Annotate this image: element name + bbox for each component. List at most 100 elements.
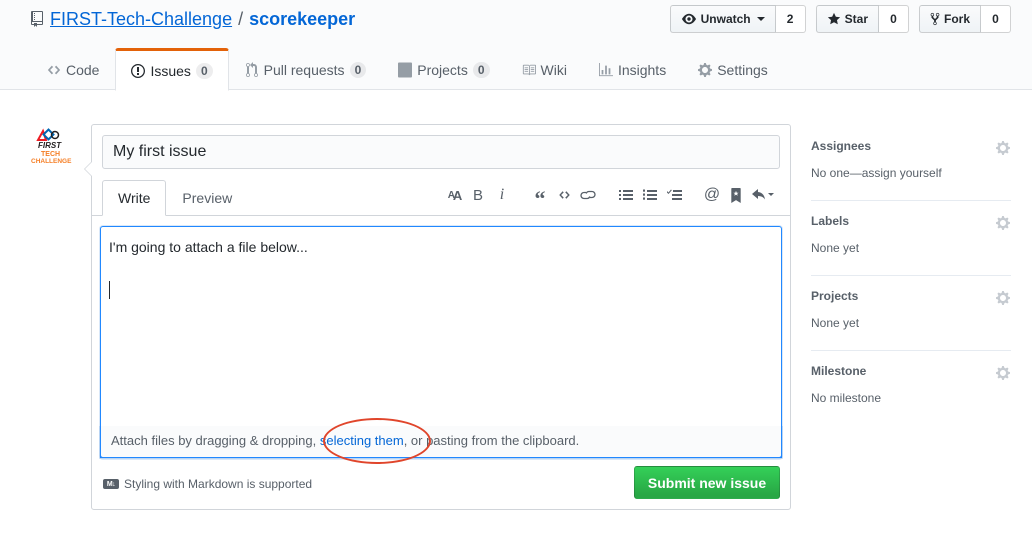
tab-insights-label: Insights	[617, 62, 667, 78]
fork-label: Fork	[943, 12, 970, 26]
tab-projects-label: Projects	[417, 62, 468, 78]
repo-nav: Code Issues 0 Pull requests 0 Projects 0	[31, 48, 784, 91]
insert-group: “	[530, 185, 598, 211]
code-icon[interactable]	[554, 185, 574, 205]
watch-group: Unwatch 2	[669, 5, 806, 33]
issue-sidebar: Assignees No one—assign yourself Labels …	[811, 126, 1011, 426]
fork-group: Fork 0	[918, 5, 1011, 33]
projects-heading: Projects	[811, 289, 859, 303]
assignees-heading: Assignees	[811, 139, 872, 153]
select-files-link[interactable]: selecting them	[320, 433, 404, 448]
first-tech-challenge-logo: FIRST TECH CHALLENGE	[31, 128, 72, 165]
tab-issues-label: Issues	[150, 62, 191, 79]
tab-code-label: Code	[66, 62, 100, 78]
repo-name-link[interactable]: scorekeeper	[249, 9, 355, 30]
svg-text:FIRST: FIRST	[38, 141, 62, 150]
repo-forked-icon	[930, 12, 940, 26]
svg-text:TECH: TECH	[41, 151, 60, 158]
gear-icon	[698, 63, 713, 77]
repo-separator: /	[238, 8, 244, 29]
text-cursor	[109, 281, 110, 299]
editor-tabs: Write Preview	[102, 180, 248, 216]
tab-wiki-label: Wiki	[540, 62, 567, 78]
issue-title-input[interactable]	[102, 135, 780, 169]
star-icon	[827, 12, 840, 25]
milestone-heading: Milestone	[811, 364, 867, 378]
star-button[interactable]: Star	[815, 5, 879, 33]
repo-title: FIRST-Tech-Challenge / scorekeeper	[30, 7, 355, 31]
star-group: Star 0	[815, 5, 909, 33]
book-icon	[522, 63, 536, 77]
issue-body-text: I'm going to attach a file below...	[109, 239, 308, 255]
eye-icon	[681, 13, 696, 25]
stargazers-count[interactable]: 0	[878, 5, 909, 33]
extras-group: @	[702, 185, 776, 205]
sidebar-projects: Projects None yet	[811, 276, 1011, 351]
sidebar-milestone: Milestone No milestone	[811, 351, 1011, 426]
tab-preview[interactable]: Preview	[166, 180, 248, 216]
milestone-value: No milestone	[811, 391, 882, 405]
repo-icon	[31, 11, 43, 27]
projects-value: None yet	[811, 316, 860, 330]
ordered-list-icon[interactable]	[640, 185, 660, 205]
bold-icon[interactable]: B	[468, 185, 488, 205]
submit-new-issue-button[interactable]: Submit new issue	[634, 466, 780, 499]
repo-header: FIRST-Tech-Challenge / scorekeeper Unwat…	[0, 0, 1032, 91]
tab-wiki[interactable]: Wiki	[506, 48, 583, 90]
unwatch-label: Unwatch	[700, 12, 751, 26]
reply-icon[interactable]	[750, 185, 776, 205]
tab-insights[interactable]: Insights	[583, 48, 682, 90]
chevron-down-icon	[756, 17, 765, 21]
unwatch-button[interactable]: Unwatch	[669, 5, 776, 33]
tab-projects[interactable]: Projects 0	[382, 48, 505, 90]
assignees-value[interactable]: No one—assign yourself	[811, 166, 1011, 180]
tab-issues[interactable]: Issues 0	[115, 48, 229, 91]
gear-icon[interactable]	[995, 140, 1011, 156]
forks-count[interactable]: 0	[981, 5, 1011, 33]
code-icon	[47, 63, 61, 77]
avatar[interactable]: FIRST TECH CHALLENGE	[30, 128, 76, 168]
gear-icon[interactable]	[995, 290, 1011, 306]
sidebar-labels: Labels None yet	[811, 201, 1011, 276]
project-icon	[398, 62, 413, 78]
italic-icon[interactable]: i	[492, 185, 512, 205]
tab-settings-label: Settings	[717, 62, 768, 78]
task-list-icon[interactable]	[664, 185, 684, 205]
git-pull-request-icon	[245, 62, 259, 78]
link-icon[interactable]	[578, 185, 598, 205]
projects-counter: 0	[472, 62, 490, 78]
sidebar-assignees: Assignees No one—assign yourself	[811, 126, 1011, 201]
watchers-count[interactable]: 2	[775, 5, 806, 33]
text-format-group: AA B i	[444, 185, 512, 205]
tabs-divider	[92, 215, 790, 216]
mention-icon[interactable]: @	[702, 185, 722, 205]
labels-heading: Labels	[811, 214, 850, 228]
header-icon[interactable]: AA	[444, 185, 464, 205]
repo-owner-link[interactable]: FIRST-Tech-Challenge	[50, 9, 232, 30]
attach-suffix: , or pasting from the clipboard.	[403, 433, 580, 448]
markdown-help-link[interactable]: Styling with Markdown is supported	[124, 477, 312, 491]
fork-button[interactable]: Fork	[918, 5, 981, 33]
tab-write[interactable]: Write	[102, 180, 167, 216]
pull-requests-counter: 0	[349, 62, 367, 78]
star-label: Star	[844, 12, 868, 26]
unordered-list-icon[interactable]	[616, 185, 636, 205]
gear-icon[interactable]	[995, 365, 1011, 381]
tab-pull-requests[interactable]: Pull requests 0	[229, 48, 383, 90]
repo-actions: Unwatch 2 Star 0 Fork 0	[669, 5, 1011, 33]
quote-icon[interactable]: “	[530, 185, 550, 211]
tab-settings[interactable]: Settings	[682, 48, 784, 90]
new-issue-form: Write Preview AA B i “	[84, 124, 791, 510]
tab-code[interactable]: Code	[31, 48, 115, 90]
gear-icon[interactable]	[995, 215, 1011, 231]
markdown-toolbar: AA B i “ @	[426, 184, 776, 211]
file-attachment-bar[interactable]: Attach files by dragging & dropping, sel…	[100, 426, 782, 458]
bookmark-icon[interactable]	[726, 185, 746, 205]
tab-pull-requests-label: Pull requests	[263, 62, 345, 78]
issues-counter: 0	[195, 62, 213, 79]
markdown-icon: M↓	[103, 479, 119, 489]
issue-body-textarea[interactable]: I'm going to attach a file below...	[100, 226, 782, 458]
attach-prefix: Attach files by dragging & dropping,	[111, 433, 320, 448]
labels-value: None yet	[811, 241, 860, 255]
issue-opened-icon	[131, 63, 146, 78]
